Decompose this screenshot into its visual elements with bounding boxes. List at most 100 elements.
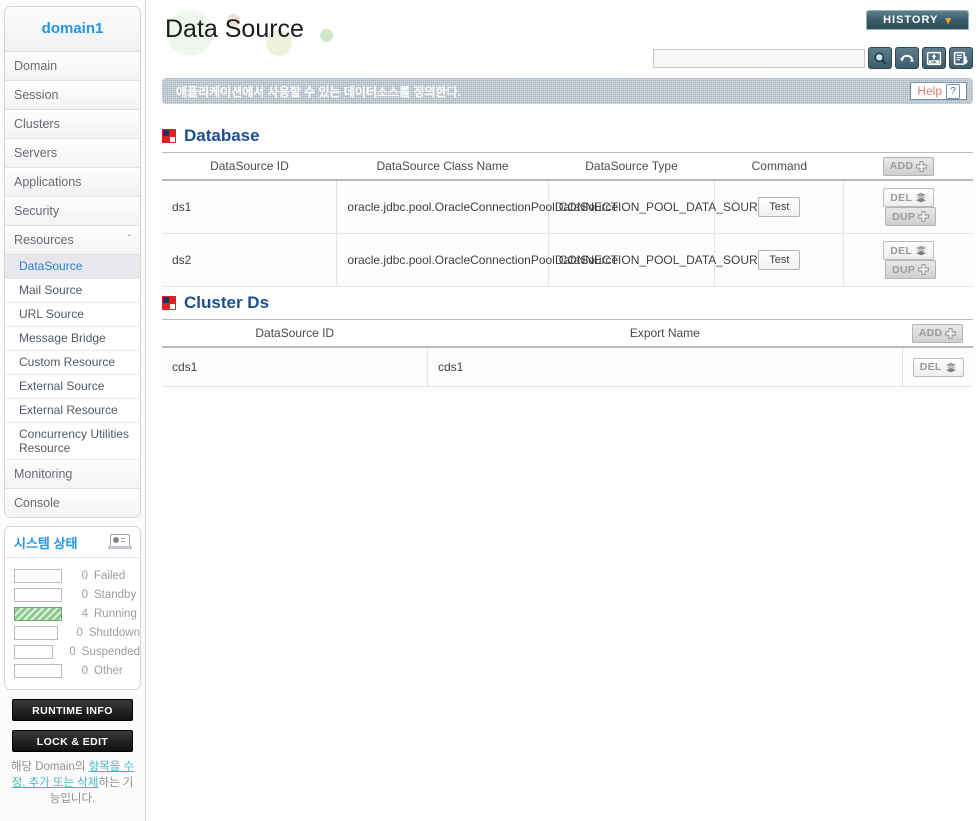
chevron-down-icon: ▾ [945, 14, 952, 27]
status-label: Running [94, 607, 137, 620]
sidebar-subitem-label: URL Source [19, 307, 84, 321]
status-bar [14, 606, 62, 621]
status-bar [14, 663, 62, 678]
table-header-row: DataSource ID Export Name ADD [162, 319, 973, 348]
cell-datasource-id: cds1 [162, 347, 428, 387]
delete-button[interactable]: DEL [912, 357, 964, 377]
search-icon[interactable] [868, 47, 892, 69]
status-row-failed: 0 Failed [5, 566, 140, 585]
xml-export-icon[interactable]: XML [922, 47, 946, 69]
notice-text: 애플리케이션에서 사용할 수 있는 데이터소스를 정의한다. [176, 84, 461, 99]
domain-label: domain1 [5, 7, 140, 52]
sidebar-item-custom-resource[interactable]: Custom Resource [5, 351, 140, 375]
sidebar-item-url-source[interactable]: URL Source [5, 303, 140, 327]
duplicate-button-label: DUP [892, 263, 916, 276]
plus-icon [918, 264, 930, 275]
sidebar-item-label: Session [14, 88, 59, 102]
sidebar-subitem-label: Mail Source [19, 283, 83, 297]
sidebar-item-label: Security [14, 204, 60, 218]
test-button[interactable]: Test [758, 250, 801, 270]
cell-datasource-type: CONNECTION_POOL_DATA_SOURCE [548, 233, 774, 287]
duplicate-button[interactable]: DUP [885, 207, 937, 226]
duplicate-button[interactable]: DUP [885, 260, 937, 279]
sidebar-subitem-label: External Resource [19, 403, 118, 417]
sidebar-item-session[interactable]: Session [5, 81, 140, 110]
sidebar-item-label: Servers [14, 146, 58, 160]
sidebar-item-message-bridge[interactable]: Message Bridge [5, 327, 140, 351]
sidebar-item-label: Console [14, 496, 60, 510]
system-status-rows: 0 Failed 0 Standby 4 Running 0 Shutdown [5, 558, 140, 689]
status-label: Shutdown [88, 626, 140, 639]
sidebar-item-external-resource[interactable]: External Resource [5, 399, 140, 423]
plus-icon [916, 160, 928, 172]
resources-submenu: DataSource Mail Source URL Source Messag… [5, 255, 140, 460]
status-bar [14, 587, 62, 602]
help-label: Help [917, 84, 942, 98]
sidebar-item-datasource[interactable]: DataSource [5, 255, 140, 279]
status-count: 0 [81, 588, 88, 601]
table-row: ds1 oracle.jdbc.pool.OracleConnectionPoo… [162, 180, 973, 234]
help-button[interactable]: Help ? [910, 82, 967, 100]
column-header-datasource-class-name: DataSource Class Name [336, 152, 549, 181]
status-row-standby: 0 Standby [5, 585, 140, 604]
status-count: 0 [76, 626, 83, 639]
sidebar-item-label: Domain [14, 59, 58, 73]
sidebar-item-applications[interactable]: Applications [5, 168, 140, 197]
cell-actions: DEL DUP [843, 180, 973, 234]
add-button-label: ADD [918, 327, 943, 339]
lock-note-prefix: 해당 Domain의 [10, 761, 89, 773]
refresh-icon[interactable] [895, 47, 919, 69]
delete-button-label: DEL [890, 244, 913, 257]
status-label: Other [94, 664, 123, 677]
sidebar-item-label: Clusters [14, 117, 60, 131]
sidebar-item-security[interactable]: Security [5, 197, 140, 226]
runtime-info-button[interactable]: RUNTIME INFO [12, 699, 133, 721]
sidebar-subitem-label: External Source [19, 379, 105, 393]
sidebar-item-concurrency-utilities-resource[interactable]: Concurrency Utilities Resource [5, 423, 140, 460]
add-button[interactable]: ADD [911, 323, 964, 343]
status-count: 4 [81, 607, 88, 620]
page-title: Data Source [165, 15, 304, 43]
sidebar-item-domain[interactable]: Domain [5, 52, 140, 81]
sidebar-item-resources[interactable]: Resources ˇ [5, 226, 140, 255]
history-button[interactable]: HISTORY ▾ [866, 10, 969, 30]
status-bar [14, 644, 53, 659]
sidebar-nav-card: domain1 Domain Session Clusters Servers … [4, 6, 141, 518]
search-input[interactable] [653, 49, 865, 68]
cell-actions: DEL DUP [843, 233, 973, 287]
status-label: Failed [94, 569, 126, 582]
test-button[interactable]: Test [758, 197, 801, 217]
table-header-row: DataSource ID DataSource Class Name Data… [162, 152, 973, 181]
delete-button[interactable]: DEL [883, 188, 935, 207]
column-header-datasource-id: DataSource ID [162, 152, 337, 181]
import-download-icon[interactable] [949, 47, 973, 69]
system-status-title: 시스템 상태 [14, 535, 78, 551]
sidebar-item-servers[interactable]: Servers [5, 139, 140, 168]
database-section: Database DataSource ID DataSource Class … [162, 124, 973, 287]
chevron-down-icon: ˇ [127, 234, 131, 245]
section-marker-icon [162, 129, 176, 143]
cell-export-name: cds1 [427, 347, 903, 387]
notice-banner: 애플리케이션에서 사용할 수 있는 데이터소스를 정의한다. Help ? [162, 78, 973, 104]
sidebar-item-clusters[interactable]: Clusters [5, 110, 140, 139]
delete-button-label: DEL [919, 361, 942, 373]
sidebar-subitem-label: DataSource [19, 259, 83, 273]
cell-datasource-class-name: oracle.jdbc.pool.OracleConnectionPoolDat… [336, 180, 618, 234]
plus-icon [918, 211, 930, 222]
decorative-circle-green [320, 29, 333, 42]
database-table: DataSource ID DataSource Class Name Data… [162, 152, 973, 287]
sidebar-item-external-source[interactable]: External Source [5, 375, 140, 399]
sidebar-item-console[interactable]: Console [5, 489, 140, 517]
status-bar [14, 625, 59, 640]
sidebar-item-monitoring[interactable]: Monitoring [5, 460, 140, 489]
add-button[interactable]: ADD [882, 156, 935, 176]
toolbar-icons: XML [868, 47, 973, 69]
column-header-actions: ADD [902, 319, 973, 348]
column-header-actions: ADD [843, 152, 973, 181]
delete-button[interactable]: DEL [883, 241, 935, 260]
sidebar-subitem-label: Custom Resource [19, 355, 116, 369]
status-row-running: 4 Running [5, 604, 140, 623]
sidebar: domain1 Domain Session Clusters Servers … [0, 0, 146, 821]
lock-and-edit-button[interactable]: LOCK & EDIT [12, 730, 133, 752]
sidebar-item-mail-source[interactable]: Mail Source [5, 279, 140, 303]
